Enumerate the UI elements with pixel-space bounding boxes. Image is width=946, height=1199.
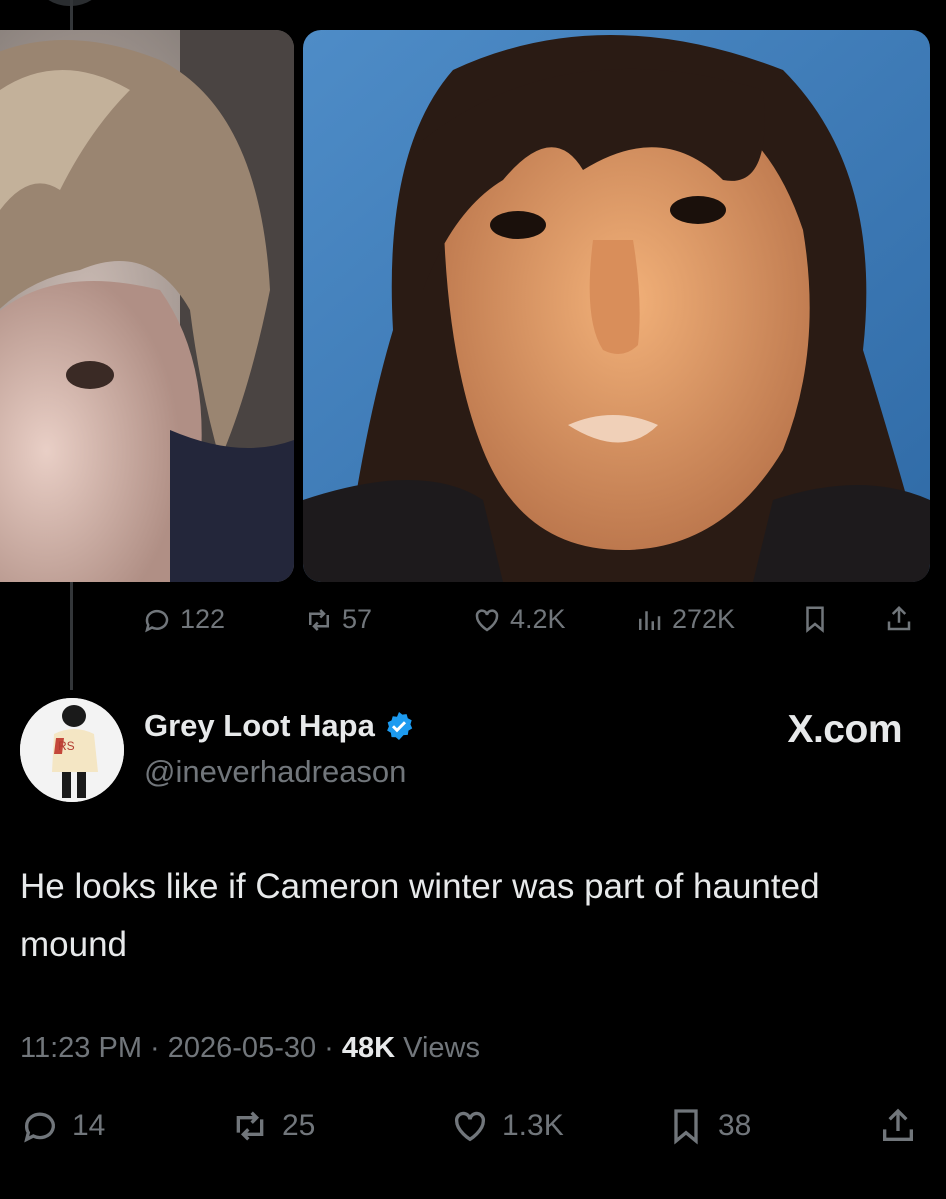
tweet-date[interactable]: 2026-05-30 [168,1032,316,1064]
tweet-text: He looks like if Cameron winter was part… [20,867,820,964]
author-avatar[interactable]: RS [20,698,124,802]
repost-count: 57 [342,604,373,634]
like-button[interactable]: 4.2K [472,604,566,635]
share-button[interactable] [878,1106,918,1146]
repost-button[interactable]: 57 [304,604,372,635]
tweet-actions: 14 25 1.3K 38 [20,1100,926,1156]
reply-icon [145,609,169,632]
meta-separator: · [150,1032,168,1064]
reply-count: 122 [180,604,226,634]
meta-separator: · [324,1032,342,1064]
bookmark-count: 38 [718,1109,752,1142]
bookmark-icon [674,1109,698,1145]
views-label: Views [403,1032,480,1064]
share-icon [883,1108,913,1141]
reply-button[interactable]: 122 [142,604,225,635]
author-name-row[interactable]: Grey Loot Hapa [144,708,415,744]
like-count: 1.3K [502,1109,564,1142]
media-image-right[interactable] [303,30,930,582]
repost-icon [236,1111,264,1141]
bookmark-button[interactable] [800,604,830,634]
like-button[interactable]: 1.3K [450,1106,564,1146]
repost-button[interactable]: 25 [230,1106,315,1146]
views-count: 272K [672,604,736,634]
repost-count: 25 [282,1109,316,1142]
screen: 122 57 4.2K 272K RS Grey Loot Hapa @inev… [0,0,946,1199]
heart-icon [475,608,499,631]
reply-button[interactable]: 14 [20,1106,105,1146]
bookmark-icon [806,606,824,633]
previous-tweet-actions: 122 57 4.2K 272K [142,598,932,648]
svg-text:RS: RS [58,739,75,753]
repost-icon [309,608,329,631]
views-button[interactable]: 272K [634,604,735,635]
views-icon [639,610,661,630]
share-button[interactable] [884,604,914,634]
author-handle[interactable]: @ineverhadreason [144,754,406,790]
share-icon [887,605,911,631]
author-name: Grey Loot Hapa [144,708,375,743]
brand-watermark: X.com [787,708,902,751]
reply-icon [24,1112,55,1143]
media-image-left[interactable] [0,30,294,582]
tweet-meta: 11:23 PM · 2026-05-30 · 48K Views [20,1032,480,1065]
verified-badge-icon [386,712,413,740]
bookmark-button[interactable]: 38 [666,1106,751,1146]
heart-icon [454,1111,486,1142]
tweet-time[interactable]: 11:23 PM [20,1032,142,1064]
like-count: 4.2K [510,604,566,634]
views-total: 48K [341,1032,396,1064]
reply-count: 14 [72,1109,106,1142]
